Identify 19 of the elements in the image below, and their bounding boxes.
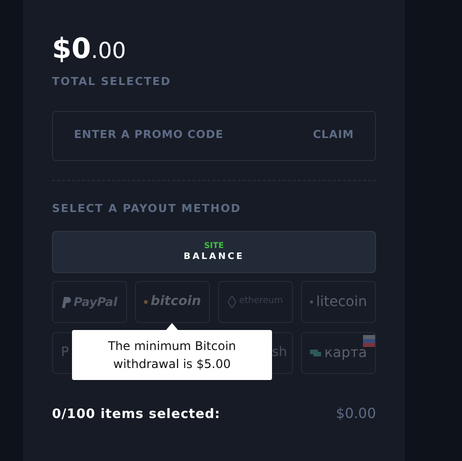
payout-method-tile[interactable]: карта [301,332,376,374]
diamond-icon [228,296,236,308]
tooltip-arrow-icon [166,323,178,330]
card-icon [310,347,322,359]
site-balance-button[interactable]: SITE BALANCE [52,231,376,273]
payout-title: SELECT A PAYOUT METHOD [52,200,242,216]
total-label: TOTAL SELECTED [52,74,172,90]
paypal-icon [62,296,71,308]
claim-button[interactable]: CLAIM [312,127,354,144]
tooltip: The minimum Bitcoin withdrawal is $5.00 [72,330,272,380]
items-selected-count: 0/100 items selected: [52,406,220,424]
total-amount: $0.00 [52,31,126,67]
coin-icon [144,297,148,307]
payout-method-tile[interactable]: bitcoin [135,281,210,323]
selected-amount: $0.00 [336,405,376,424]
payout-method-tile[interactable]: litecoin [301,281,376,323]
payout-method-tile[interactable]: PayPal [52,281,127,323]
flag-icon [363,335,375,347]
promo-field[interactable]: ENTER A PROMO CODE CLAIM [52,110,376,160]
